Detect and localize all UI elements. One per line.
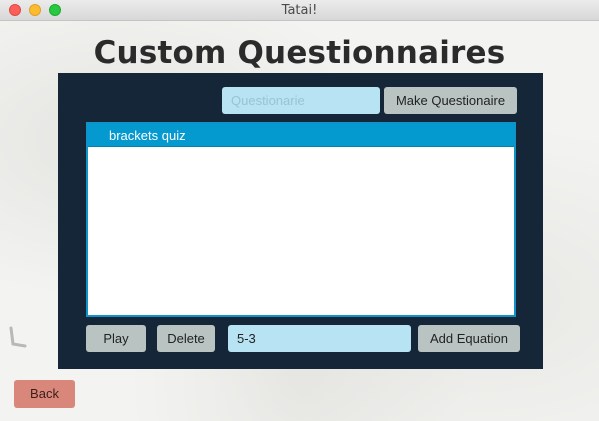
play-button[interactable]: Play	[86, 325, 146, 352]
questionnaire-list[interactable]: brackets quiz	[86, 122, 516, 317]
background-chalk-mark	[9, 326, 27, 348]
delete-button[interactable]: Delete	[157, 325, 215, 352]
window-title: Tatai!	[281, 3, 318, 18]
list-item[interactable]: brackets quiz	[88, 124, 514, 147]
back-button[interactable]: Back	[14, 380, 75, 408]
make-questionnaire-button[interactable]: Make Questionaire	[384, 87, 517, 114]
equation-input[interactable]	[228, 325, 411, 352]
window-titlebar: Tatai!	[0, 0, 599, 21]
list-item-label: brackets quiz	[109, 128, 186, 143]
questionnaire-name-input[interactable]	[222, 87, 380, 114]
questionnaire-panel: Make Questionaire brackets quiz Play Del…	[58, 73, 543, 369]
page-title: Custom Questionnaires	[93, 35, 506, 71]
add-equation-button[interactable]: Add Equation	[418, 325, 520, 352]
